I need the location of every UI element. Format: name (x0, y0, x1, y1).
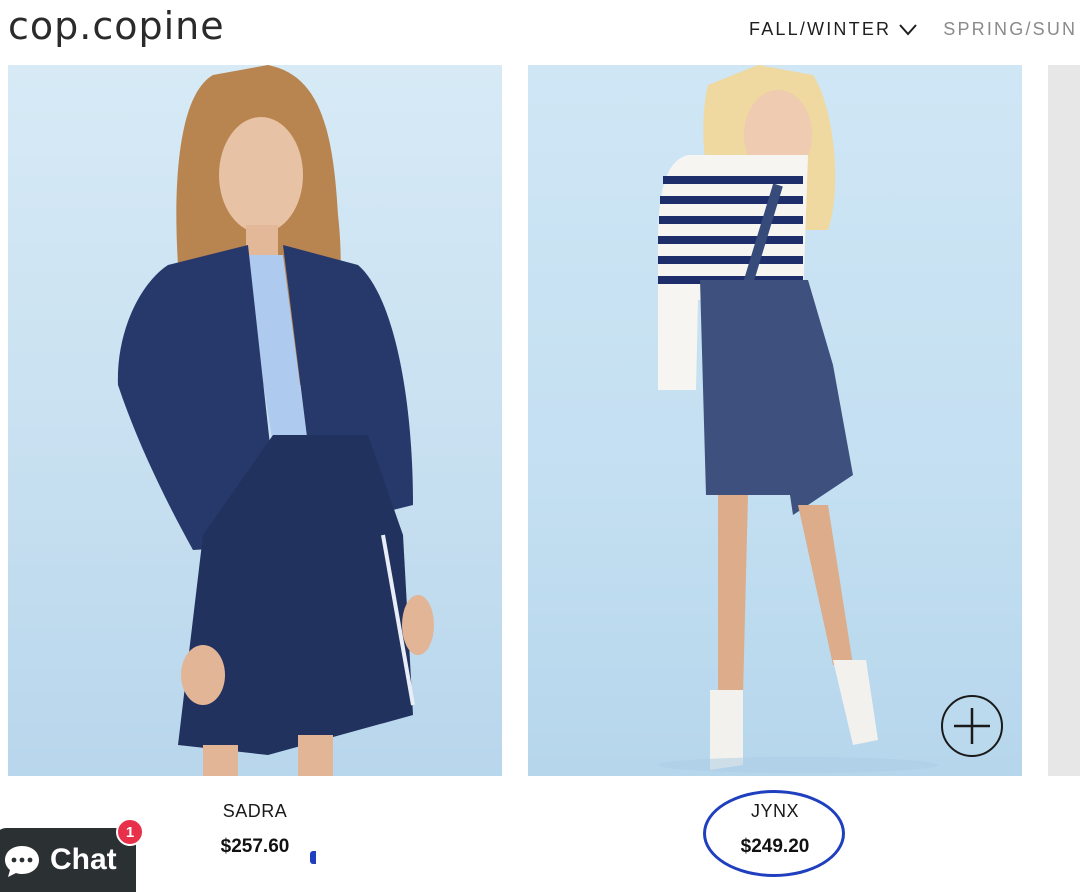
product-card-partial[interactable] (1048, 65, 1080, 776)
nav-spring-summer-label: SPRING/SUN (943, 19, 1078, 39)
nav-fall-winter-label: FALL/WINTER (749, 19, 892, 39)
quick-add-button[interactable] (941, 695, 1003, 757)
nav-fall-winter[interactable]: FALL/WINTER (749, 19, 917, 40)
model-illustration (658, 65, 938, 773)
brand-logo[interactable]: cop.copine (8, 4, 225, 48)
nav-spring-summer[interactable]: SPRING/SUN (943, 19, 1077, 40)
chat-label: Chat (50, 843, 117, 876)
product-card-sadra[interactable]: SADRA $257.60 (8, 65, 502, 857)
plus-icon (954, 708, 990, 744)
chat-notification-badge: 1 (116, 818, 144, 846)
chevron-down-icon (899, 23, 917, 36)
model-illustration (117, 65, 434, 776)
annotation-mark (310, 851, 316, 864)
highlight-circle (703, 790, 845, 877)
product-image-sadra[interactable] (8, 65, 502, 776)
main-nav: FALL/WINTER SPRING/SUN (749, 19, 1077, 40)
product-title[interactable]: SADRA (8, 801, 502, 822)
chat-bubble-icon (5, 846, 39, 877)
product-card-jynx[interactable]: JYNX $249.20 (528, 65, 1022, 857)
product-image-jynx[interactable] (528, 65, 1022, 776)
product-image-partial[interactable] (1048, 65, 1080, 776)
chat-button[interactable]: Chat (0, 828, 136, 892)
